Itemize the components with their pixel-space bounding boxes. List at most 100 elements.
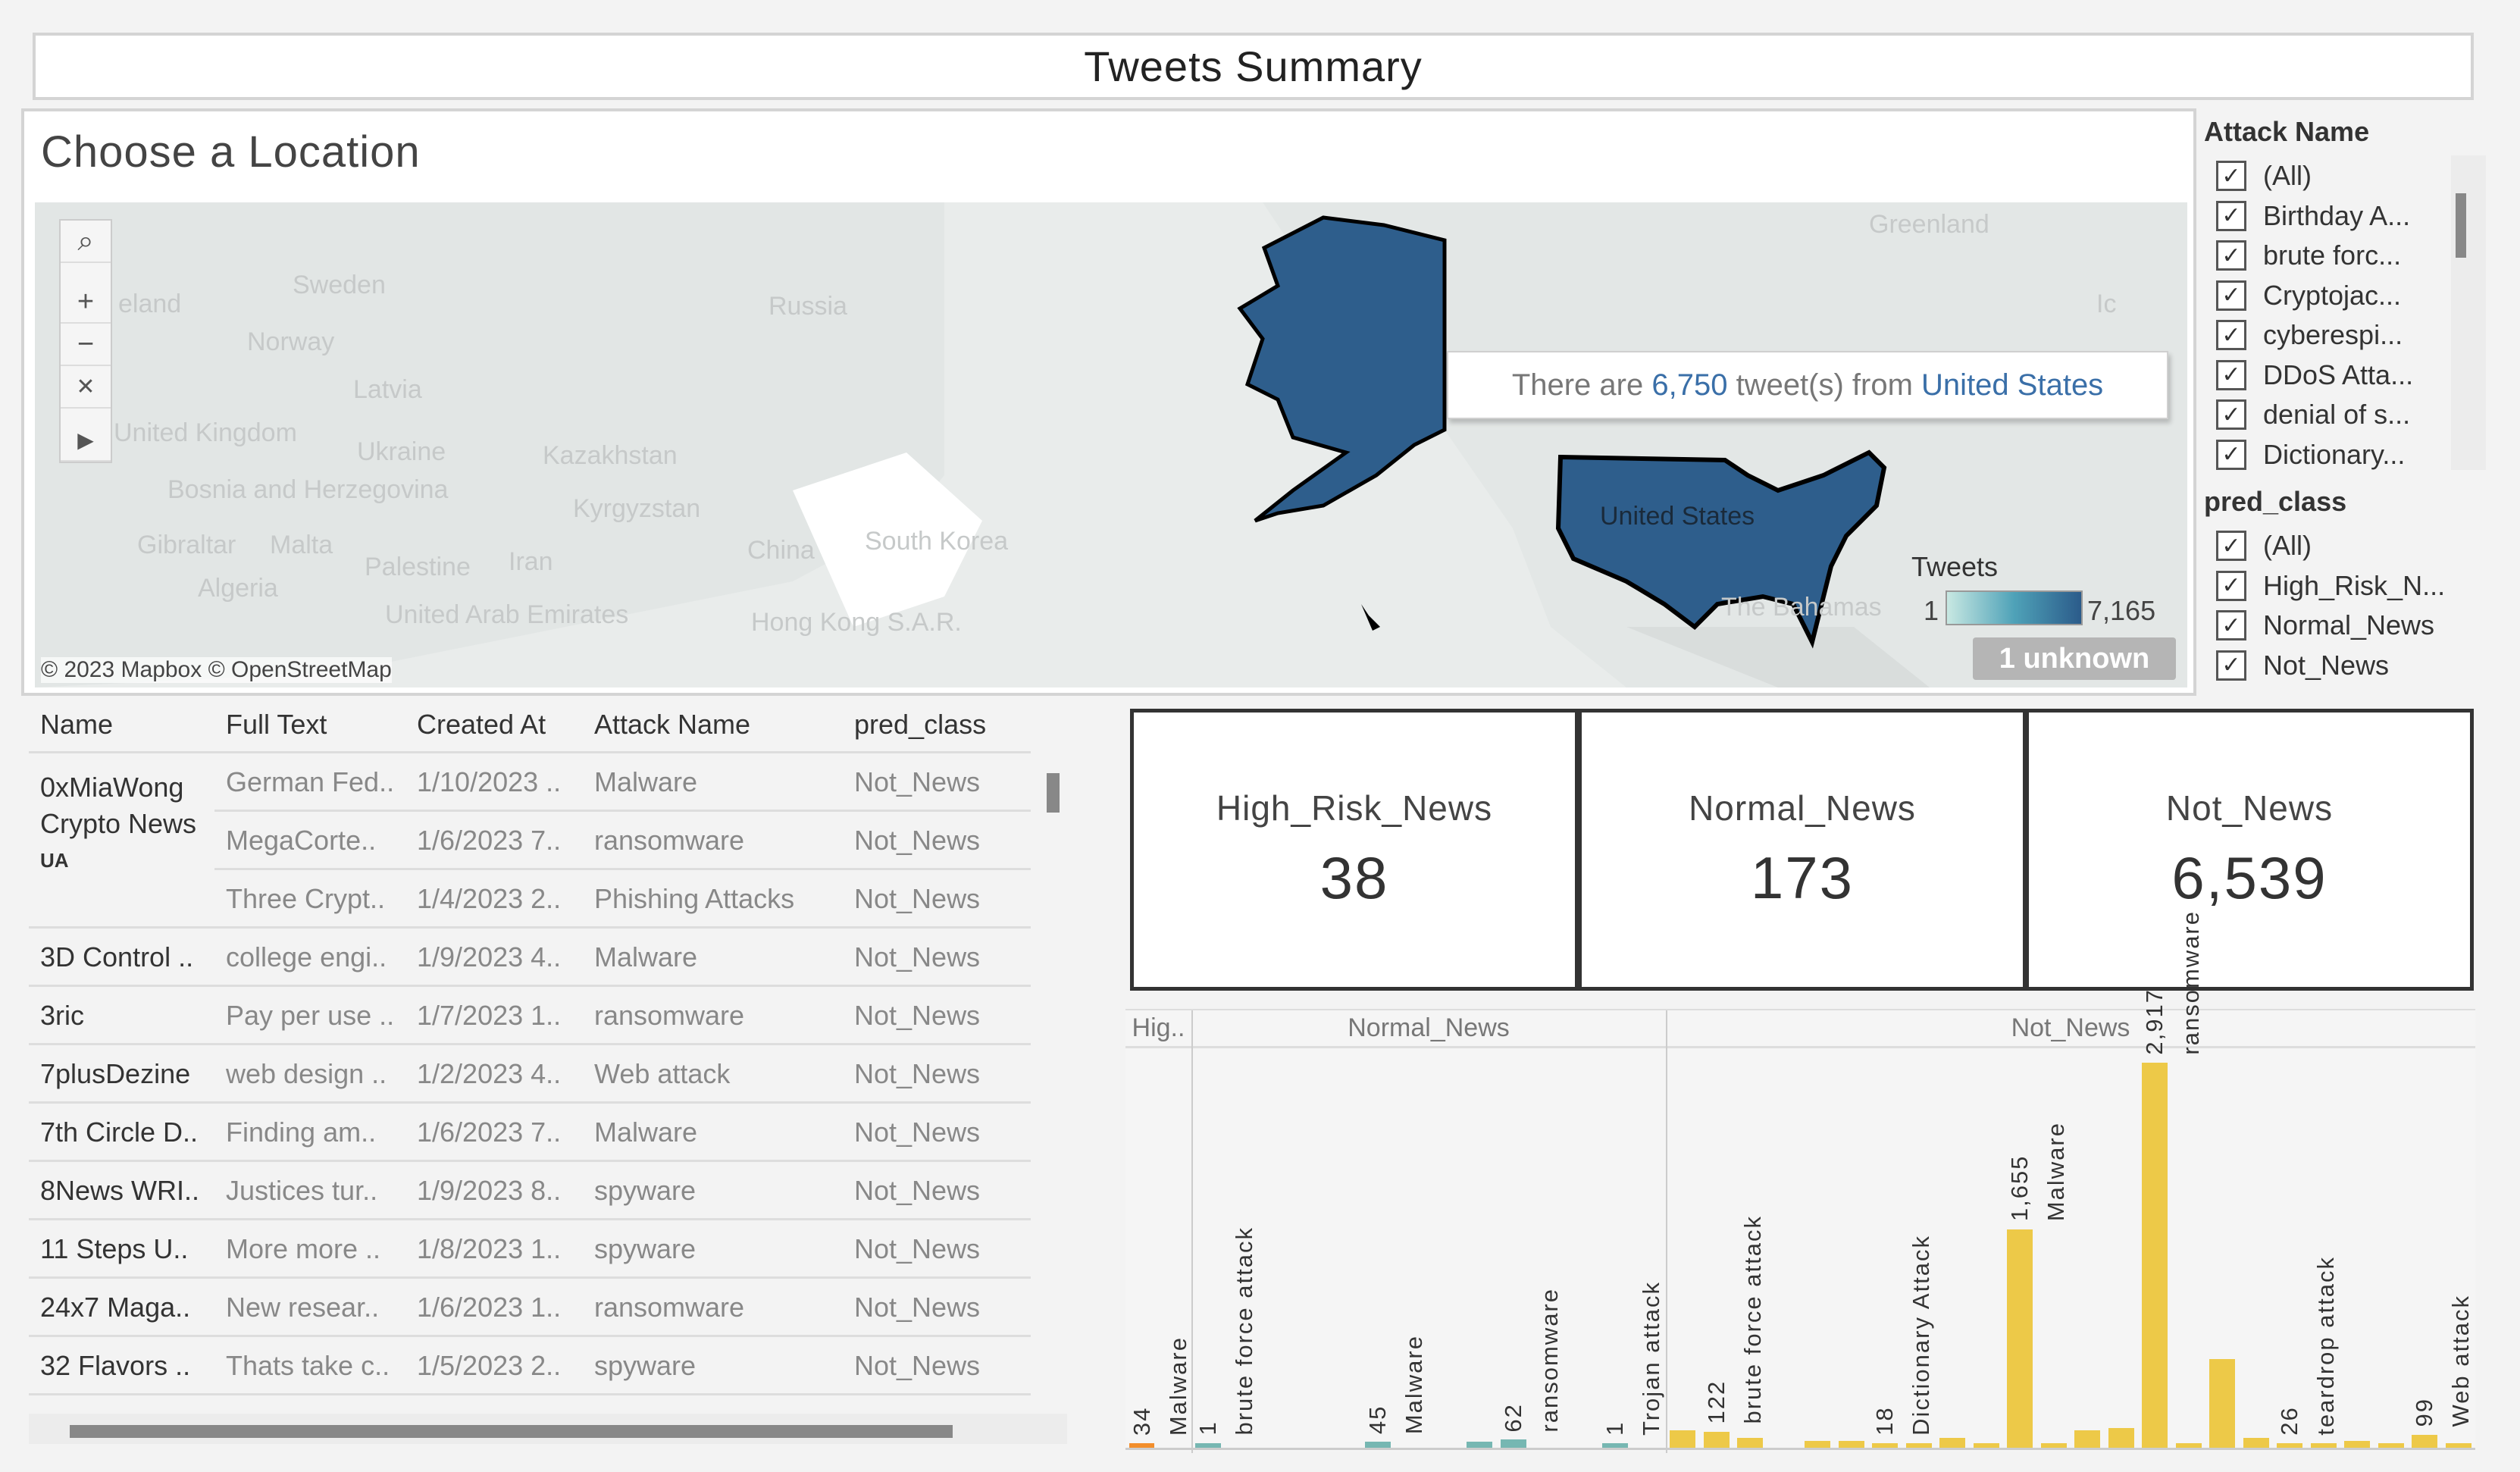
bar[interactable] bbox=[1467, 1442, 1493, 1448]
filter-item[interactable]: ✓ cyberespi... bbox=[2216, 316, 2403, 354]
legend-max: 7,165 bbox=[2087, 595, 2156, 626]
cell-text: Pay per use .. bbox=[226, 1000, 395, 1031]
map-label: South Korea bbox=[865, 527, 1009, 556]
table-vertical-scrollbar[interactable] bbox=[1047, 773, 1060, 813]
kpi-normal: Normal_News 173 bbox=[1578, 709, 2027, 991]
table-row[interactable]: 3D Control .. college engi.. 1/9/2023 4.. M… bbox=[29, 929, 1031, 987]
table-row[interactable]: 11 Steps U.. More more .. 1/8/2023 1.. spyw… bbox=[29, 1220, 1031, 1279]
filter-item[interactable]: ✓ Dictionary... bbox=[2216, 436, 2405, 474]
checkbox-checked-icon[interactable]: ✓ bbox=[2216, 610, 2246, 640]
filter-item[interactable]: ✓ DDoS Atta... bbox=[2216, 356, 2413, 394]
bar[interactable] bbox=[1364, 1442, 1391, 1448]
bar-value-label: 1 bbox=[1601, 1420, 1628, 1436]
name-line: 0xMiaWong bbox=[40, 772, 184, 803]
cell-created: 1/9/2023 8.. bbox=[417, 1175, 562, 1206]
checkbox-checked-icon[interactable]: ✓ bbox=[2216, 359, 2246, 390]
attack-filter-scrollbar[interactable] bbox=[2456, 193, 2466, 258]
filter-item[interactable]: ✓ Cryptojac... bbox=[2216, 277, 2401, 315]
bar[interactable] bbox=[2007, 1229, 2033, 1448]
filter-item[interactable]: ✓ Birthday A... bbox=[2216, 197, 2410, 235]
bar[interactable] bbox=[2108, 1427, 2134, 1448]
map-label: Bosnia and Herzegovina bbox=[167, 475, 449, 504]
cell-created: 1/10/2023 .. bbox=[417, 766, 562, 797]
bar[interactable] bbox=[1939, 1437, 1966, 1448]
bar[interactable] bbox=[1500, 1439, 1526, 1448]
filter-item-label: (All) bbox=[2263, 530, 2312, 561]
bar[interactable] bbox=[1838, 1441, 1864, 1448]
reset-pin-icon[interactable]: ✕ bbox=[61, 366, 111, 409]
cell-created: 1/6/2023 1.. bbox=[417, 1292, 562, 1323]
cell-attack: spyware bbox=[594, 1233, 697, 1264]
bar[interactable] bbox=[2142, 1062, 2168, 1448]
search-icon[interactable]: ⌕ bbox=[61, 221, 111, 263]
cell-created: 1/7/2023 1.. bbox=[417, 1000, 562, 1031]
checkbox-checked-icon[interactable]: ✓ bbox=[2216, 320, 2246, 350]
checkbox-checked-icon[interactable]: ✓ bbox=[2216, 161, 2246, 191]
bar[interactable] bbox=[1703, 1431, 1730, 1448]
bar-category-label: teardrop attack bbox=[2312, 1256, 2340, 1436]
filter-item-label: High_Risk_N... bbox=[2263, 569, 2446, 601]
filter-item-label: Cryptojac... bbox=[2263, 279, 2402, 311]
table-row[interactable]: 32 Flavors .. Thats take c.. 1/5/2023 2.. s… bbox=[29, 1337, 1031, 1395]
group-name-cell: 0xMiaWong Crypto News UA bbox=[40, 769, 196, 879]
zoom-in-icon[interactable]: + bbox=[61, 281, 111, 324]
bar[interactable] bbox=[2074, 1430, 2101, 1448]
table-row[interactable]: Three Crypt.. 1/4/2023 2.. Phishing Attack… bbox=[29, 870, 1031, 929]
unknown-locations-badge[interactable]: 1 unknown bbox=[1973, 637, 2176, 680]
filter-item[interactable]: ✓ Normal_News bbox=[2216, 606, 2434, 644]
filter-item[interactable]: ✓ denial of s... bbox=[2216, 396, 2410, 434]
cell-text: Finding am.. bbox=[226, 1117, 377, 1148]
bar[interactable] bbox=[2209, 1359, 2236, 1448]
bar[interactable] bbox=[1737, 1437, 1764, 1448]
bar[interactable] bbox=[2243, 1437, 2269, 1448]
col-header-name[interactable]: Name bbox=[40, 709, 113, 741]
checkbox-checked-icon[interactable]: ✓ bbox=[2216, 439, 2246, 470]
checkbox-checked-icon[interactable]: ✓ bbox=[2216, 650, 2246, 681]
filter-item[interactable]: ✓ brute forc... bbox=[2216, 236, 2401, 274]
map-attribution[interactable]: © 2023 Mapbox © OpenStreetMap bbox=[41, 657, 392, 683]
dashboard-title: Tweets Summary bbox=[33, 33, 2474, 100]
col-header-full-text[interactable]: Full Text bbox=[226, 709, 327, 741]
checkbox-checked-icon[interactable]: ✓ bbox=[2216, 280, 2246, 311]
checkbox-checked-icon[interactable]: ✓ bbox=[2216, 200, 2246, 231]
table-horizontal-scrollbar[interactable] bbox=[70, 1425, 953, 1438]
table-row[interactable]: MegaCorte.. 1/6/2023 7.. ransomware Not_New… bbox=[214, 812, 1031, 870]
bar[interactable] bbox=[1670, 1430, 1696, 1448]
map-label: China bbox=[747, 536, 815, 565]
pane-divider bbox=[1666, 1010, 1667, 1453]
bar[interactable] bbox=[1805, 1441, 1831, 1448]
choropleth-map[interactable]: eland Sweden Norway Latvia Russia United… bbox=[35, 202, 2187, 687]
filter-item[interactable]: ✓ High_Risk_N... bbox=[2216, 567, 2445, 605]
checkbox-checked-icon[interactable]: ✓ bbox=[2216, 531, 2246, 561]
checkbox-checked-icon[interactable]: ✓ bbox=[2216, 240, 2246, 271]
table-row[interactable]: 7plusDezine web design .. 1/2/2023 4.. Web … bbox=[29, 1045, 1031, 1104]
filter-item[interactable]: ✓ Not_News bbox=[2216, 647, 2389, 684]
bar-value-label: 99 bbox=[2411, 1398, 2438, 1427]
checkbox-checked-icon[interactable]: ✓ bbox=[2216, 570, 2246, 601]
table-row[interactable]: German Fed.. 1/10/2023 .. Malware Not_News bbox=[214, 753, 1031, 812]
kpi-value: 6,539 bbox=[2171, 844, 2327, 911]
filter-item-label: DDoS Atta... bbox=[2263, 359, 2414, 390]
bar[interactable] bbox=[2412, 1434, 2438, 1448]
table-row[interactable]: 8News WRI.. Justices tur.. 1/9/2023 8.. spy… bbox=[29, 1162, 1031, 1220]
col-header-created-at[interactable]: Created At bbox=[417, 709, 546, 741]
map-label: Latvia bbox=[353, 375, 422, 404]
filter-item[interactable]: ✓ (All) bbox=[2216, 527, 2312, 565]
cell-cls: Not_News bbox=[854, 766, 981, 797]
table-row[interactable]: 24x7 Maga.. New resear.. 1/6/2023 1.. ranso… bbox=[29, 1279, 1031, 1337]
checkbox-checked-icon[interactable]: ✓ bbox=[2216, 399, 2246, 430]
bar[interactable] bbox=[2344, 1441, 2371, 1448]
col-header-pred-class[interactable]: pred_class bbox=[854, 709, 986, 741]
zoom-out-icon[interactable]: − bbox=[61, 324, 111, 366]
filter-item-label: cyberespi... bbox=[2263, 319, 2403, 350]
tooltip-count: 6,750 bbox=[1651, 368, 1728, 402]
table-row[interactable]: 7th Circle D.. Finding am.. 1/6/2023 7.. Ma… bbox=[29, 1104, 1031, 1162]
table-row[interactable]: 3ric Pay per use .. 1/7/2023 1.. ransomware… bbox=[29, 987, 1031, 1045]
play-icon[interactable]: ▶ bbox=[61, 419, 111, 462]
cell-name: 3ric bbox=[40, 1000, 85, 1031]
filter-item[interactable]: ✓ (All) bbox=[2216, 157, 2312, 195]
cell-name: 8News WRI.. bbox=[40, 1175, 200, 1206]
kpi-not-news: Not_News 6,539 bbox=[2025, 709, 2474, 991]
col-header-attack-name[interactable]: Attack Name bbox=[594, 709, 750, 741]
bar-category-label: ransomware bbox=[1535, 1287, 1563, 1433]
